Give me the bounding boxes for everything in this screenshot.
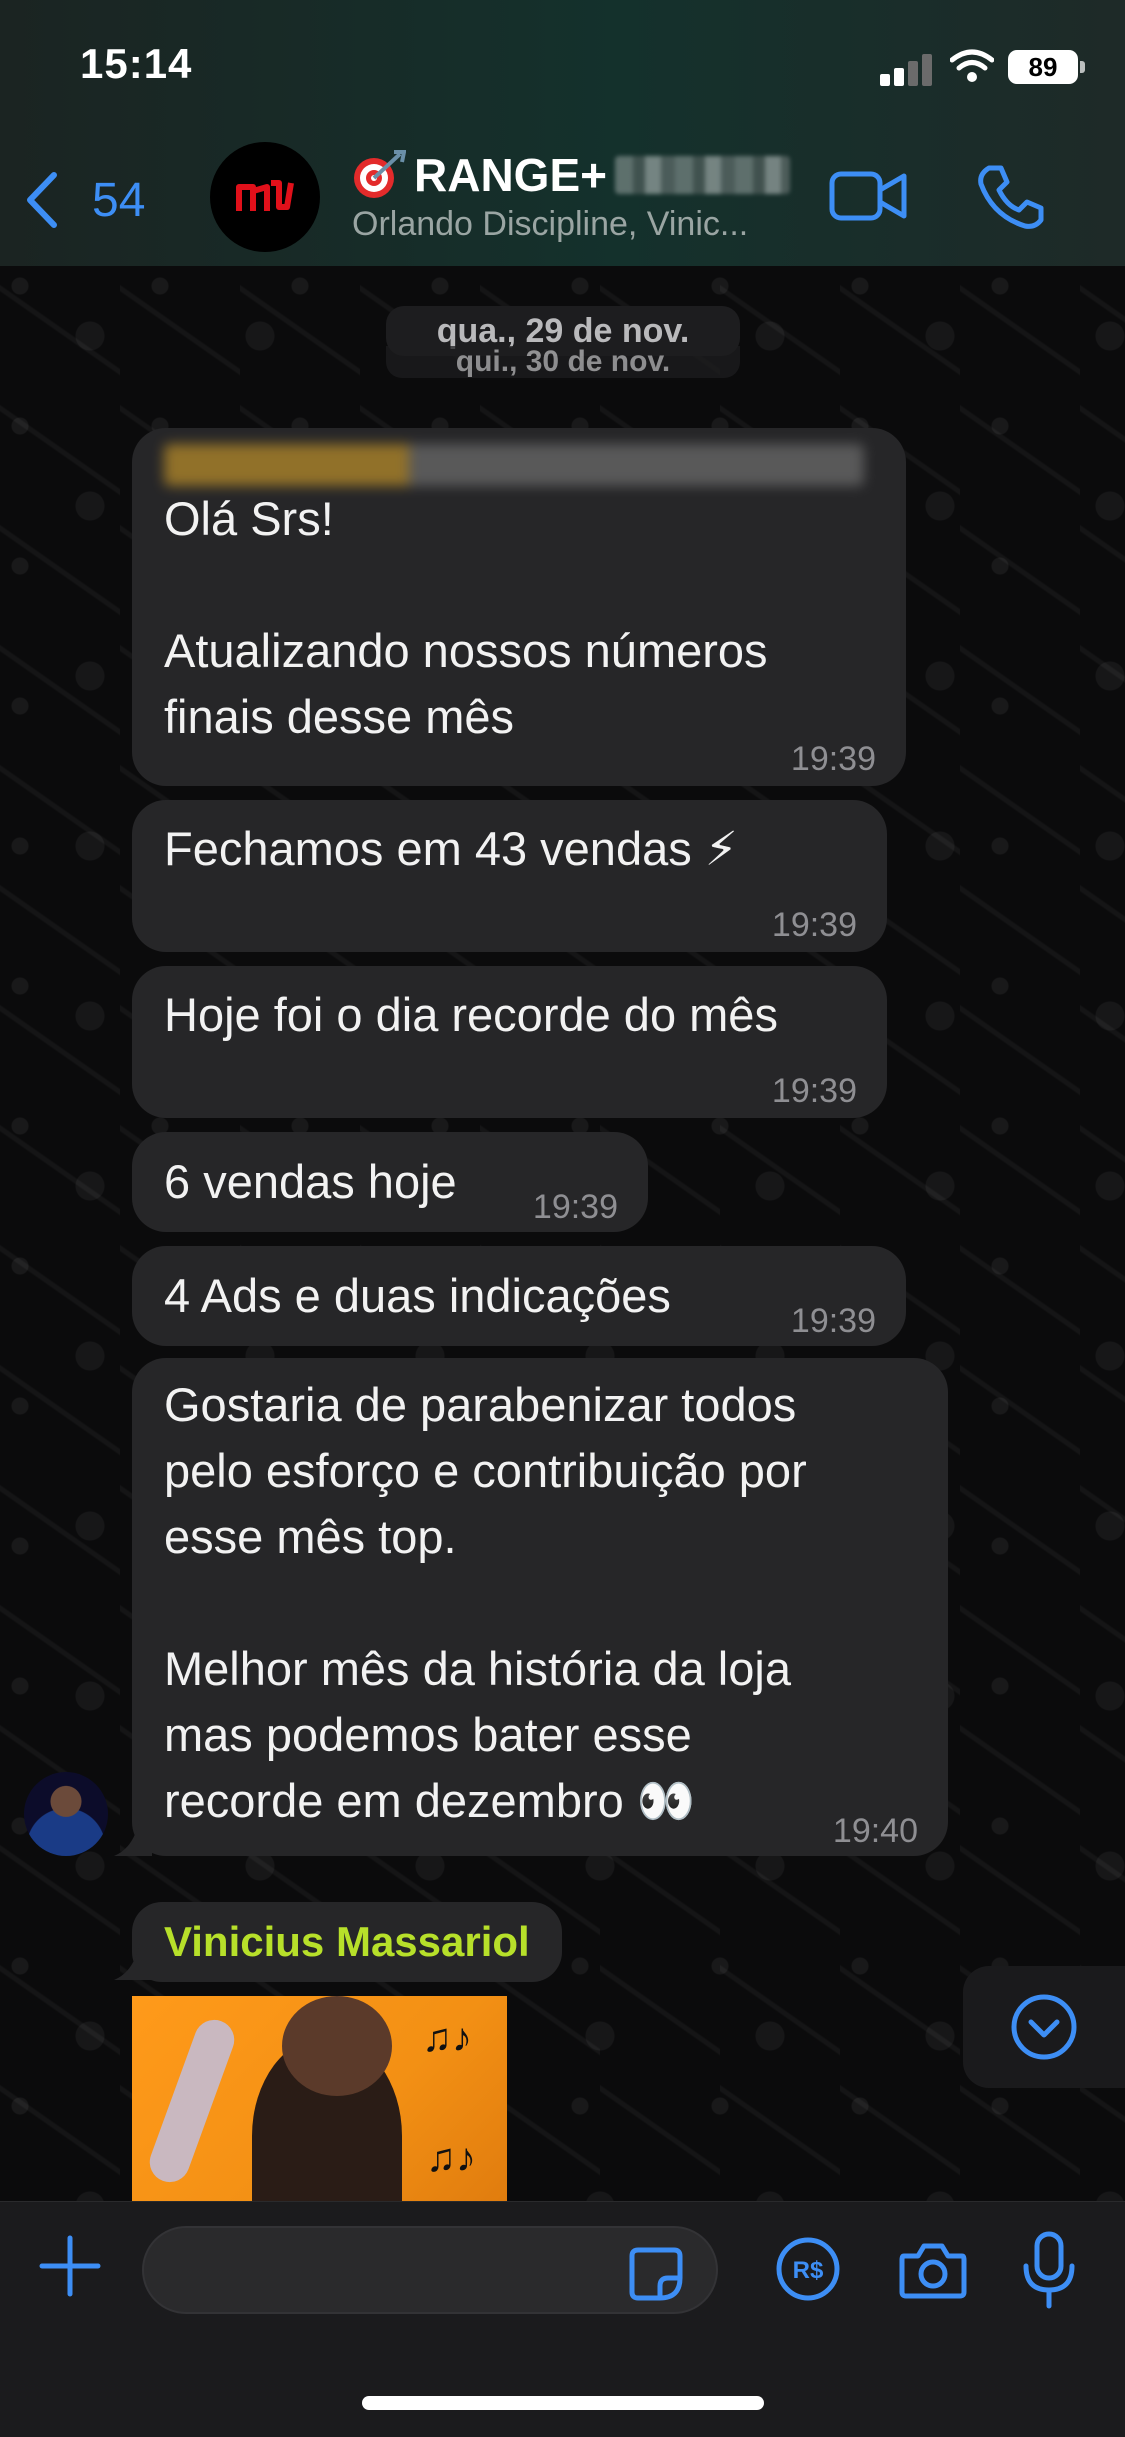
group-title[interactable]: RANGE+ [350, 148, 790, 202]
microphone-icon[interactable] [1018, 2230, 1080, 2310]
status-time: 15:14 [80, 40, 193, 87]
message-time: 19:39 [790, 740, 876, 778]
video-call-icon[interactable] [828, 166, 908, 226]
group-logo-icon [236, 180, 294, 211]
music-note-icon: ♫♪ [426, 2136, 476, 2180]
group-avatar[interactable] [210, 142, 320, 252]
svg-text:R$: R$ [793, 2257, 824, 2284]
group-name: RANGE+ [414, 149, 607, 201]
message-time: 19:39 [771, 1072, 857, 1110]
bubble-tail [114, 1818, 152, 1856]
message-time: 19:39 [532, 1188, 618, 1226]
message-bubble[interactable]: Gostaria de parabenizar todos pelo esfor… [132, 1358, 948, 1856]
battery-indicator: 89 [1008, 50, 1078, 84]
camera-icon[interactable] [898, 2240, 968, 2300]
bubble-tail [114, 1942, 152, 1980]
message-text: Fechamos em 43 vendas ⚡ [164, 822, 738, 875]
redacted-title-suffix [614, 156, 790, 194]
cellular-signal-icon [880, 52, 936, 86]
message-text: Hoje foi o dia recorde do mês [164, 988, 778, 1041]
date-separator-overlap: qui., 30 de nov. [386, 345, 740, 378]
home-indicator[interactable] [362, 2396, 764, 2410]
gif-figure-head [282, 1996, 392, 2096]
scroll-to-bottom-button[interactable] [963, 1966, 1125, 2088]
gif-message[interactable]: ♫♪ ♫♪ [132, 1996, 507, 2206]
sticker-icon[interactable] [628, 2246, 684, 2302]
message-time: 19:40 [832, 1812, 918, 1850]
message-text: 4 Ads e duas indicações [164, 1269, 671, 1322]
music-note-icon: ♫♪ [422, 2016, 472, 2060]
battery-tip [1080, 61, 1085, 73]
back-button[interactable]: 54 [22, 165, 182, 235]
phone-icon[interactable] [975, 162, 1045, 232]
message-bubble[interactable]: 4 Ads e duas indicações 19:39 [132, 1246, 906, 1346]
redacted-sender-name [164, 444, 864, 486]
message-time: 19:39 [771, 906, 857, 944]
pix-payment-icon[interactable]: R$ [775, 2236, 841, 2302]
message-time: 19:39 [790, 1302, 876, 1340]
sender-avatar[interactable] [24, 1772, 108, 1856]
message-bubble[interactable]: Hoje foi o dia recorde do mês 19:39 [132, 966, 887, 1118]
chat-header: 15:14 89 54 RANGE+ Orlando Discipline, V… [0, 0, 1125, 267]
message-bubble[interactable]: Fechamos em 43 vendas ⚡ 19:39 [132, 800, 887, 952]
message-bubble[interactable]: 6 vendas hoje 19:39 [132, 1132, 648, 1232]
wifi-icon [950, 49, 994, 82]
message-bubble[interactable]: Olá Srs! Atualizando nossos números fina… [132, 428, 906, 786]
group-members-subtitle[interactable]: Orlando Discipline, Vinic... [352, 205, 748, 244]
sender-name[interactable]: Vinicius Massariol [132, 1902, 562, 1982]
message-text: Gostaria de parabenizar todos pelo esfor… [164, 1378, 807, 1827]
target-emoji-icon [354, 150, 406, 198]
unread-count: 54 [92, 173, 146, 227]
message-text: Olá Srs! Atualizando nossos números fina… [164, 492, 768, 743]
plus-icon[interactable] [38, 2234, 102, 2298]
scroll-down-icon [1011, 1994, 1077, 2060]
gif-figure-arm [144, 2014, 240, 2188]
back-chevron-icon [27, 172, 57, 228]
